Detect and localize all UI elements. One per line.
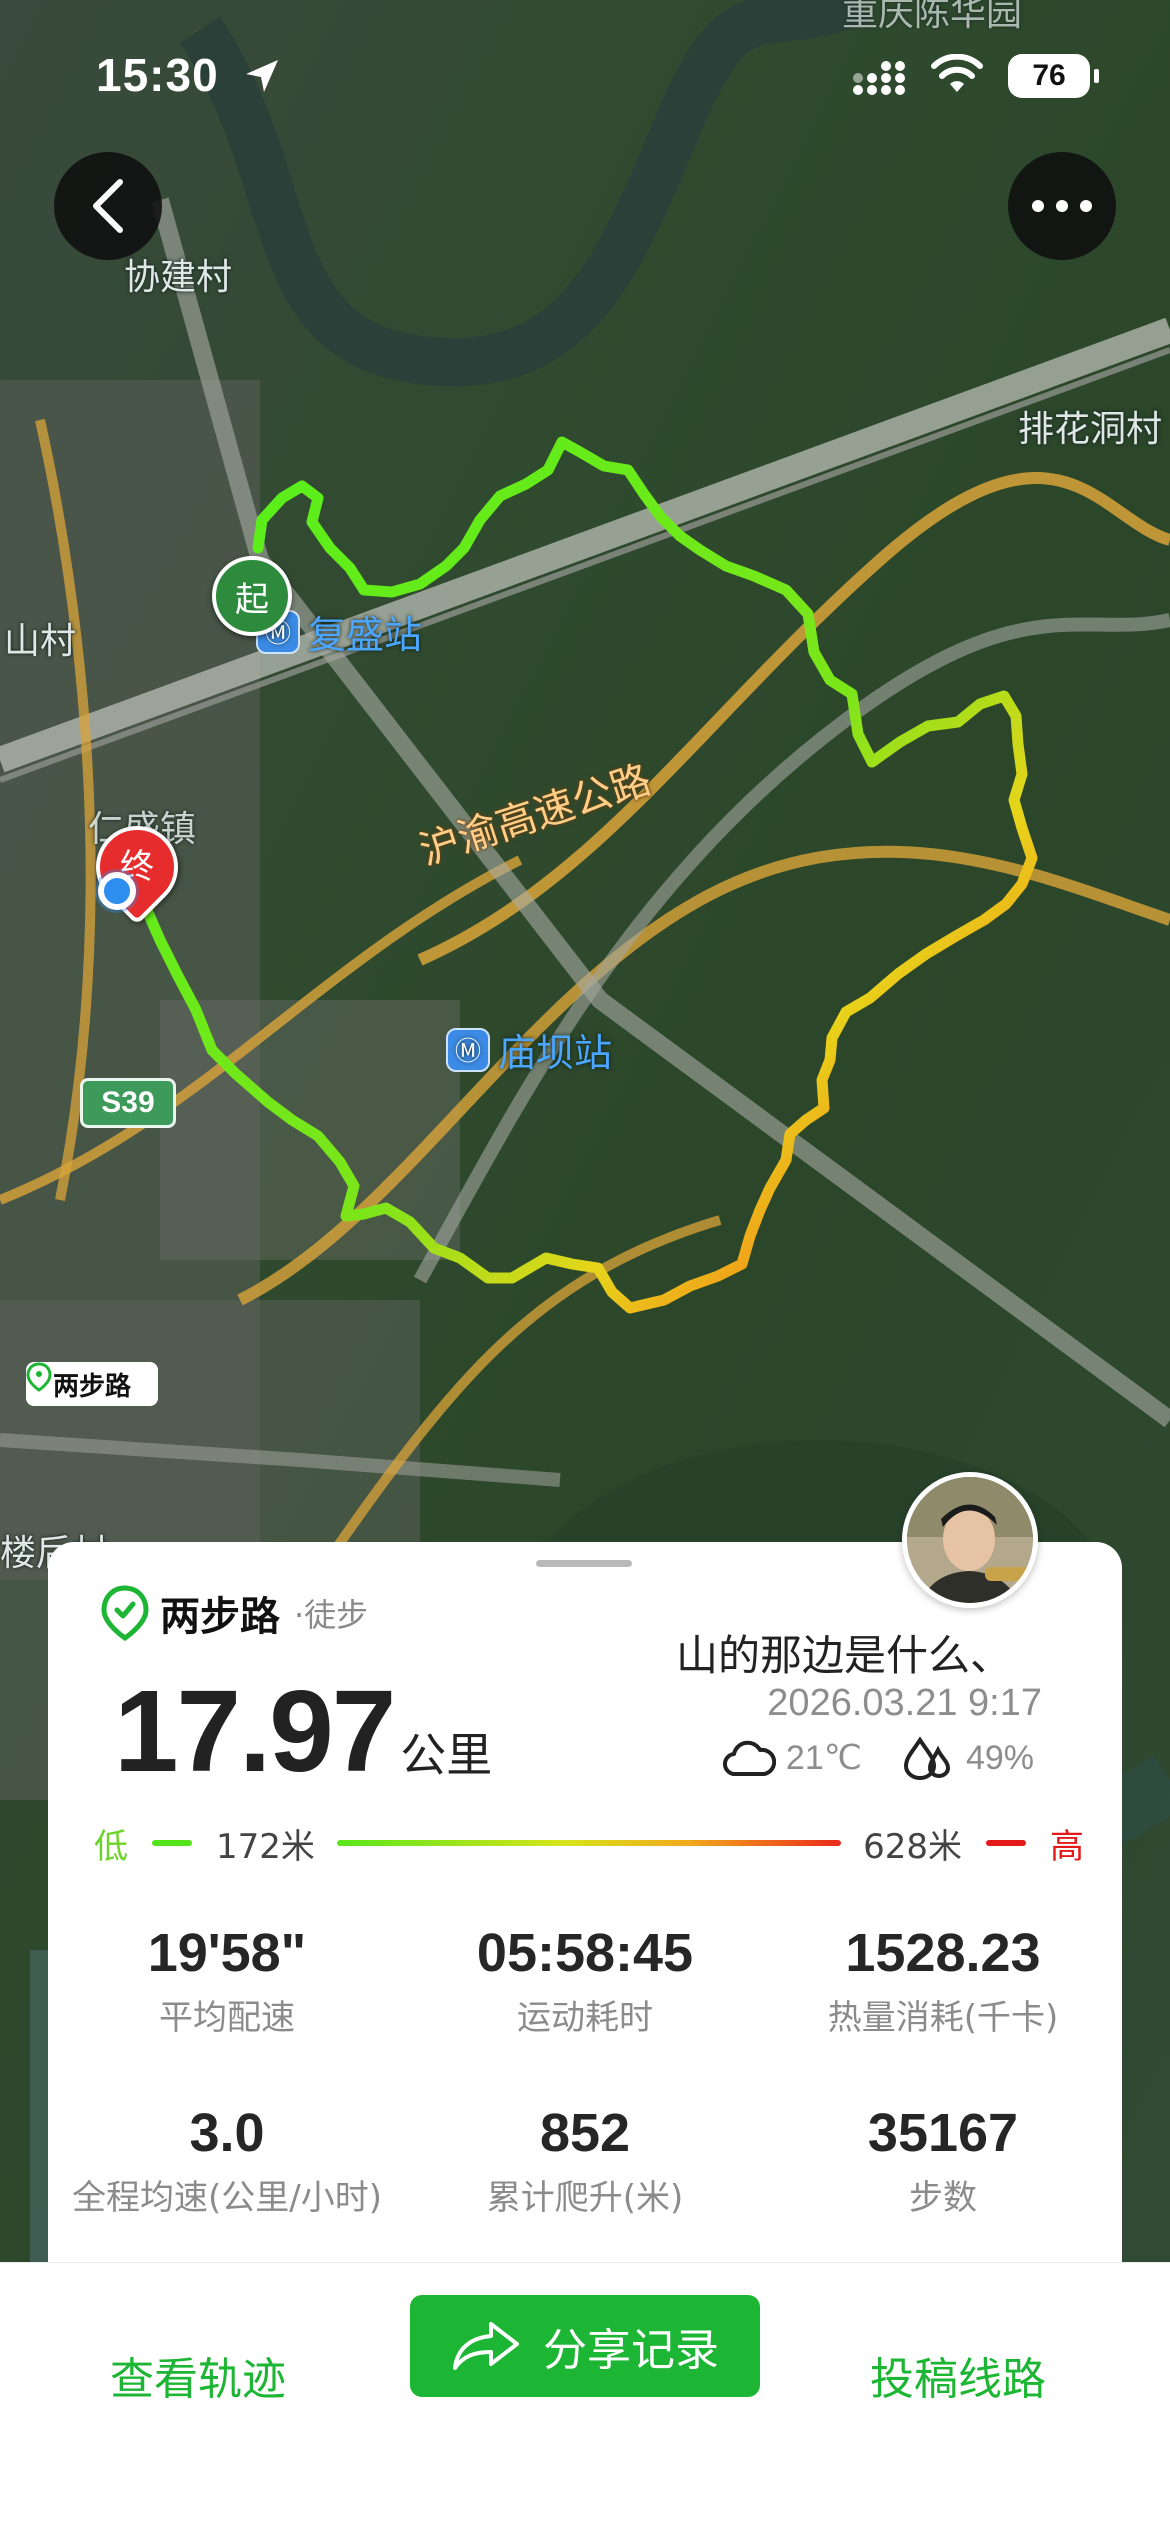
location-arrow-icon: [246, 60, 278, 92]
brand-logo-icon: [26, 1362, 52, 1392]
elevation-high-swatch: [986, 1840, 1026, 1846]
humidity: 49%: [965, 1738, 1034, 1777]
more-dots-icon: [1032, 200, 1092, 212]
elevation-gradient-bar: [336, 1840, 842, 1846]
stat-ascent: 852 累计爬升(米): [406, 2102, 764, 2219]
map-watermark-logo: 两步路: [26, 1362, 158, 1406]
distance-unit: 公里: [400, 1728, 493, 1782]
share-record-button[interactable]: 分享记录: [410, 2295, 760, 2397]
stat-value: 05:58:45: [476, 1923, 694, 1983]
distance-value: 17.97: [114, 1666, 396, 1796]
station-miaoba[interactable]: Ⓜ 庙坝站: [446, 1022, 612, 1077]
activity-summary-card: 两步路 ·徒步 17.97 公里 山的那边是什么、 2026.03.21 9:1…: [48, 1472, 1122, 2262]
drag-handle[interactable]: [536, 1560, 632, 1567]
map-label-village-top: 协建村: [124, 257, 233, 298]
stat-duration: 05:58:45 运动耗时: [406, 1922, 764, 2039]
chevron-left-icon: [93, 179, 123, 233]
elevation-low-value: 172米: [216, 1826, 315, 1867]
bottom-action-bar: 查看轨迹 分享记录 投稿线路: [0, 2262, 1170, 2532]
stat-value: 3.0: [189, 2103, 265, 2163]
stat-value: 19'58": [147, 1923, 307, 1983]
map-watermark-text: 两步路: [52, 1371, 131, 1402]
elevation-legend: 低 172米 628米 高: [94, 1818, 1084, 1868]
back-button[interactable]: [54, 152, 162, 260]
map-label-place-right: 排花洞村: [1018, 409, 1163, 450]
map-label-village-left: 山村: [4, 621, 77, 662]
brand-logo-icon: [101, 1585, 149, 1642]
stat-avg-speed: 3.0 全程均速(公里/小时): [48, 2102, 406, 2219]
elevation-low-word: 低: [94, 1826, 128, 1867]
elevation-high-value: 628米: [863, 1826, 962, 1867]
activity-datetime: 2026.03.21 9:17: [767, 1682, 1042, 1724]
current-location-icon: [98, 872, 136, 910]
activity-type: ·徒步: [294, 1596, 369, 1634]
view-track-button[interactable]: 查看轨迹: [110, 2343, 286, 2407]
status-time: 15:30: [96, 49, 219, 101]
wifi-icon: [931, 54, 983, 92]
stat-calories: 1528.23 热量消耗(千卡): [764, 1922, 1122, 2039]
station-miaoba-label: 庙坝站: [498, 1031, 613, 1075]
avatar-image: [907, 1477, 1033, 1603]
share-record-label: 分享记录: [543, 2325, 719, 2376]
weather-info: 21℃ 49%: [722, 1736, 1034, 1780]
station-fusheng-label: 复盛站: [308, 613, 423, 657]
metro-station-icon: Ⓜ: [446, 1027, 490, 1072]
stat-avg-pace: 19'58" 平均配速: [48, 1922, 406, 2039]
stat-label: 累计爬升(米): [486, 2178, 684, 2218]
humidity-icon: [903, 1736, 950, 1780]
stat-label: 热量消耗(千卡): [827, 1998, 1059, 2038]
distance: 17.97 公里: [114, 1664, 492, 1798]
temperature: 21℃: [785, 1739, 862, 1777]
stat-steps: 35167 步数: [764, 2102, 1122, 2219]
status-bar: 15:30 76: [0, 0, 1170, 150]
stat-value: 1528.23: [845, 1923, 1041, 1983]
elevation-high-word: 高: [1050, 1826, 1084, 1867]
start-marker[interactable]: 起: [212, 556, 292, 636]
brand: 两步路 ·徒步: [100, 1584, 368, 1642]
stat-label: 全程均速(公里/小时): [72, 2178, 382, 2218]
elevation-low-swatch: [152, 1840, 192, 1846]
cellular-signal-icon: [853, 61, 905, 95]
cloud-icon: [722, 1740, 776, 1777]
activity-title: 山的那边是什么、: [675, 1631, 1012, 1680]
stat-label: 平均配速: [159, 1998, 295, 2038]
more-button[interactable]: [1008, 152, 1116, 260]
stat-value: 852: [539, 2103, 631, 2163]
stat-label: 运动耗时: [517, 1998, 653, 2038]
stat-label: 步数: [909, 2178, 977, 2218]
battery-indicator: 76: [1008, 54, 1099, 98]
stat-value: 35167: [867, 2103, 1019, 2163]
share-arrow-icon: [453, 2322, 519, 2370]
road-shield-s39: S39: [80, 1078, 176, 1128]
avatar[interactable]: [902, 1472, 1038, 1608]
submit-route-button[interactable]: 投稿线路: [870, 2343, 1046, 2407]
brand-name: 两步路: [160, 1594, 280, 1640]
